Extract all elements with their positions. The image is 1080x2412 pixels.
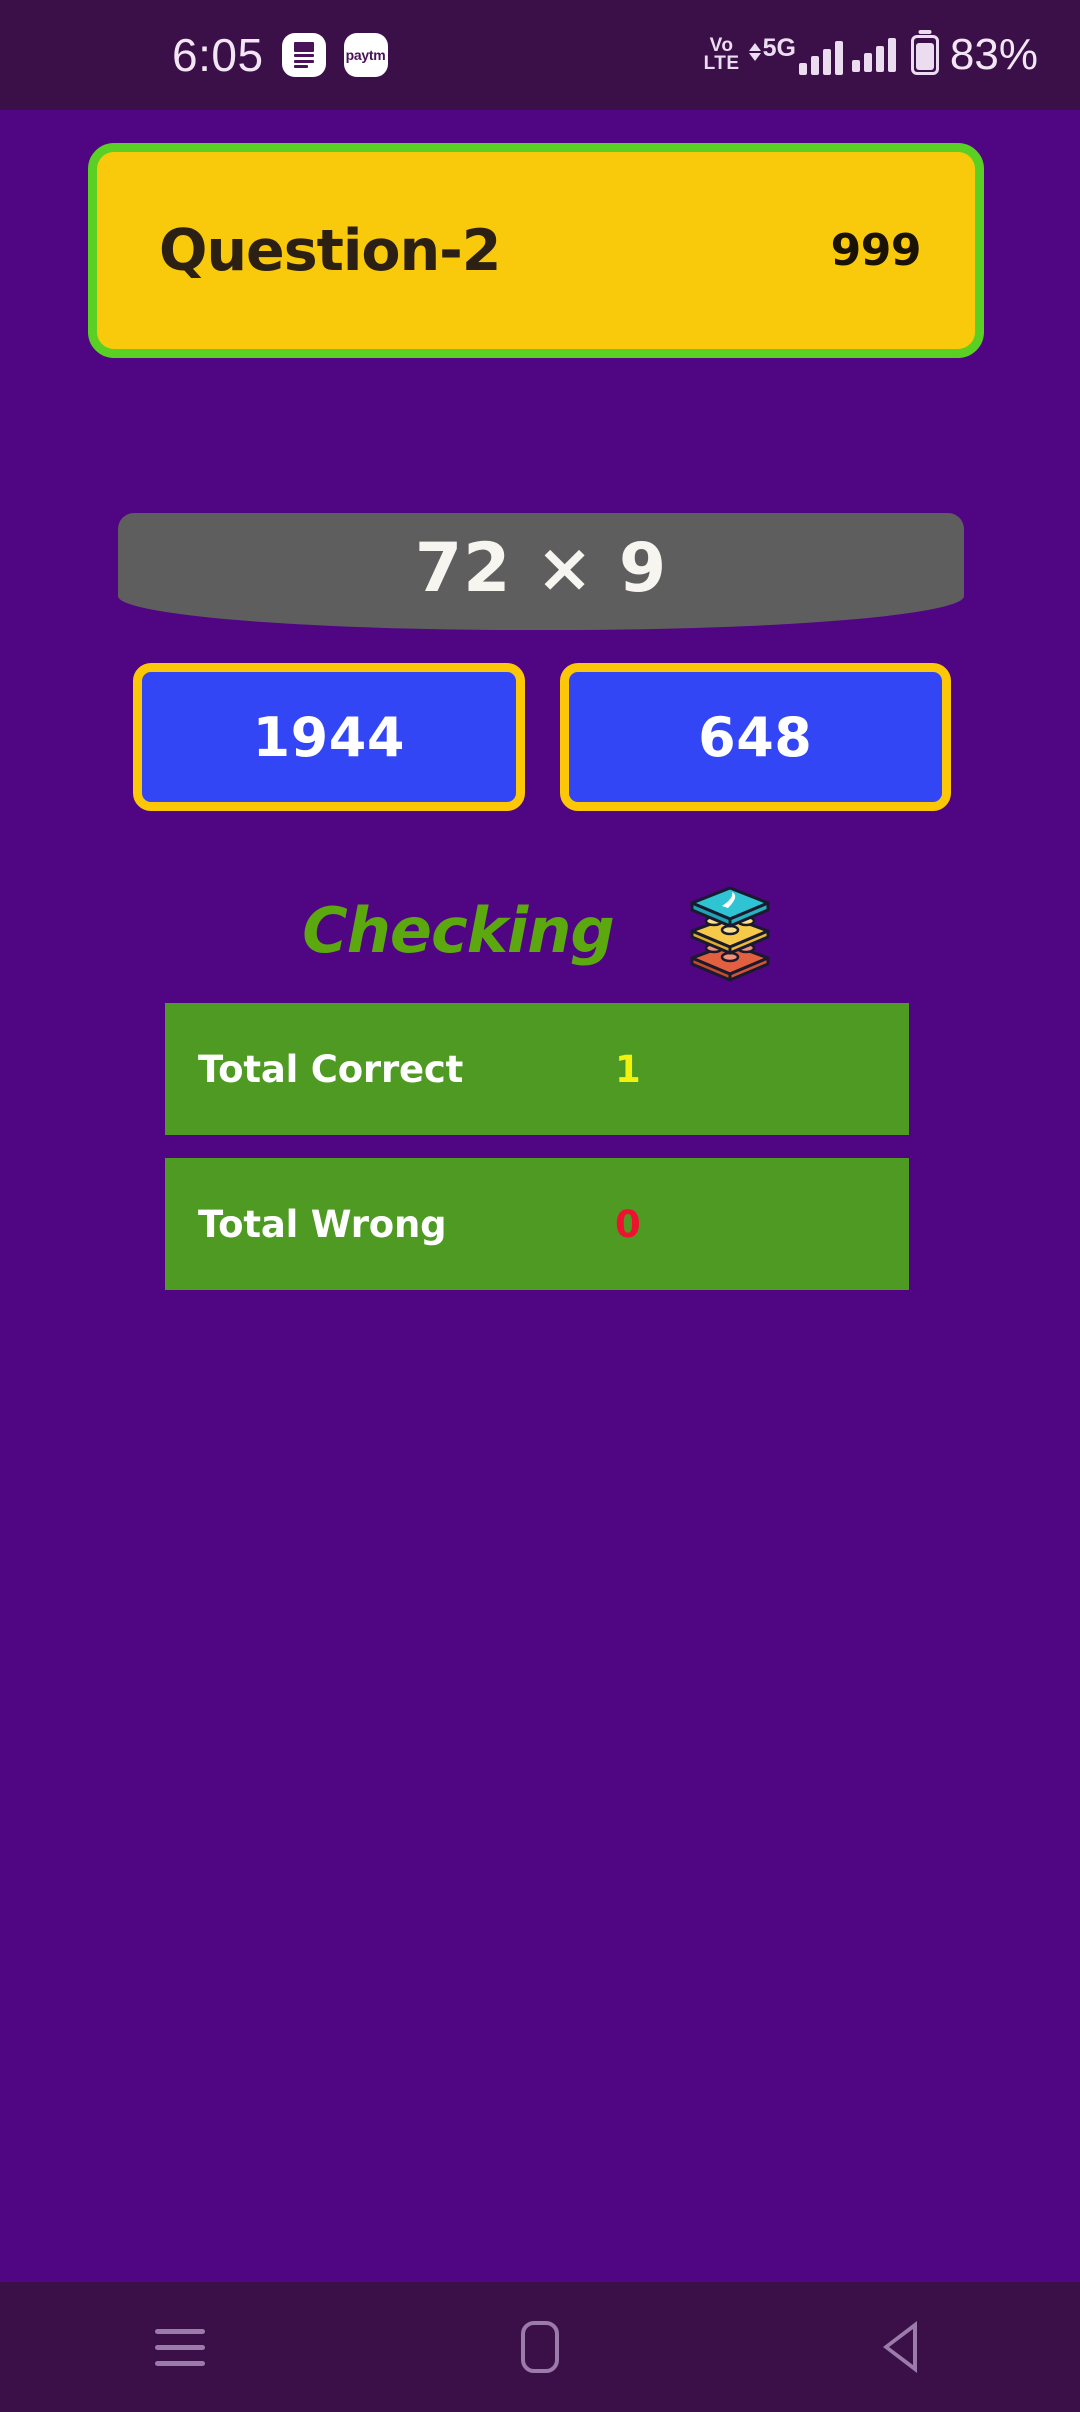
- paytm-icon: paytm: [343, 33, 388, 77]
- network-indicator: 5G: [748, 33, 843, 75]
- score-row-total-correct: Total Correct 1: [165, 1003, 909, 1135]
- status-clock: 6:05: [172, 29, 264, 81]
- expression-text: 72 × 9: [414, 529, 668, 608]
- total-wrong-label: Total Wrong: [198, 1202, 447, 1246]
- android-nav-bar: [0, 2282, 1080, 2412]
- battery-percent-label: 83%: [949, 30, 1038, 79]
- status-bar-right: Vo LTE 5G 83%: [704, 33, 1038, 77]
- note-app-glyph: [292, 42, 316, 68]
- feedback-row: Checking: [0, 878, 1080, 982]
- answer-option-2-label: 648: [698, 705, 813, 769]
- nav-recent-apps-button[interactable]: [105, 2282, 255, 2412]
- nav-back-button[interactable]: [825, 2282, 975, 2412]
- question-header-banner: Question-2 999: [88, 143, 984, 358]
- score-row-total-wrong: Total Wrong 0: [165, 1158, 909, 1290]
- data-transfer-arrows-icon: 5G: [748, 33, 796, 73]
- volte-icon: Vo LTE: [703, 36, 740, 74]
- question-counter: 999: [830, 225, 922, 276]
- stacked-bricks-icon: [682, 878, 778, 982]
- volte-bottom-label: LTE: [703, 53, 740, 74]
- recent-apps-icon: [155, 2328, 205, 2366]
- total-correct-label: Total Correct: [198, 1047, 464, 1091]
- expression-panel: 72 × 9: [118, 513, 964, 630]
- status-bar-left: 6:05 paytm: [172, 32, 388, 78]
- answer-options-row: 1944 648: [133, 663, 951, 811]
- note-app-icon: [281, 33, 326, 77]
- answer-option-2-button[interactable]: 648: [559, 663, 951, 811]
- total-correct-value: 1: [615, 1047, 641, 1091]
- signal-bars-sim1-icon: [798, 40, 843, 75]
- answer-option-1-label: 1944: [252, 705, 405, 769]
- updown-arrows-icon: [748, 42, 761, 61]
- answer-option-1-button[interactable]: 1944: [133, 663, 525, 811]
- question-title: Question-2: [159, 217, 501, 284]
- back-icon: [883, 2321, 917, 2373]
- total-wrong-value: 0: [615, 1202, 641, 1246]
- home-icon: [521, 2321, 559, 2373]
- status-bar: 6:05 paytm Vo LTE 5G 83%: [0, 0, 1080, 110]
- feedback-status-text: Checking: [302, 893, 614, 967]
- nav-home-button[interactable]: [465, 2282, 615, 2412]
- paytm-label: paytm: [345, 47, 386, 63]
- signal-bars-sim2-icon: [851, 38, 896, 72]
- battery-icon: [910, 35, 939, 75]
- network-type-label: 5G: [762, 33, 796, 62]
